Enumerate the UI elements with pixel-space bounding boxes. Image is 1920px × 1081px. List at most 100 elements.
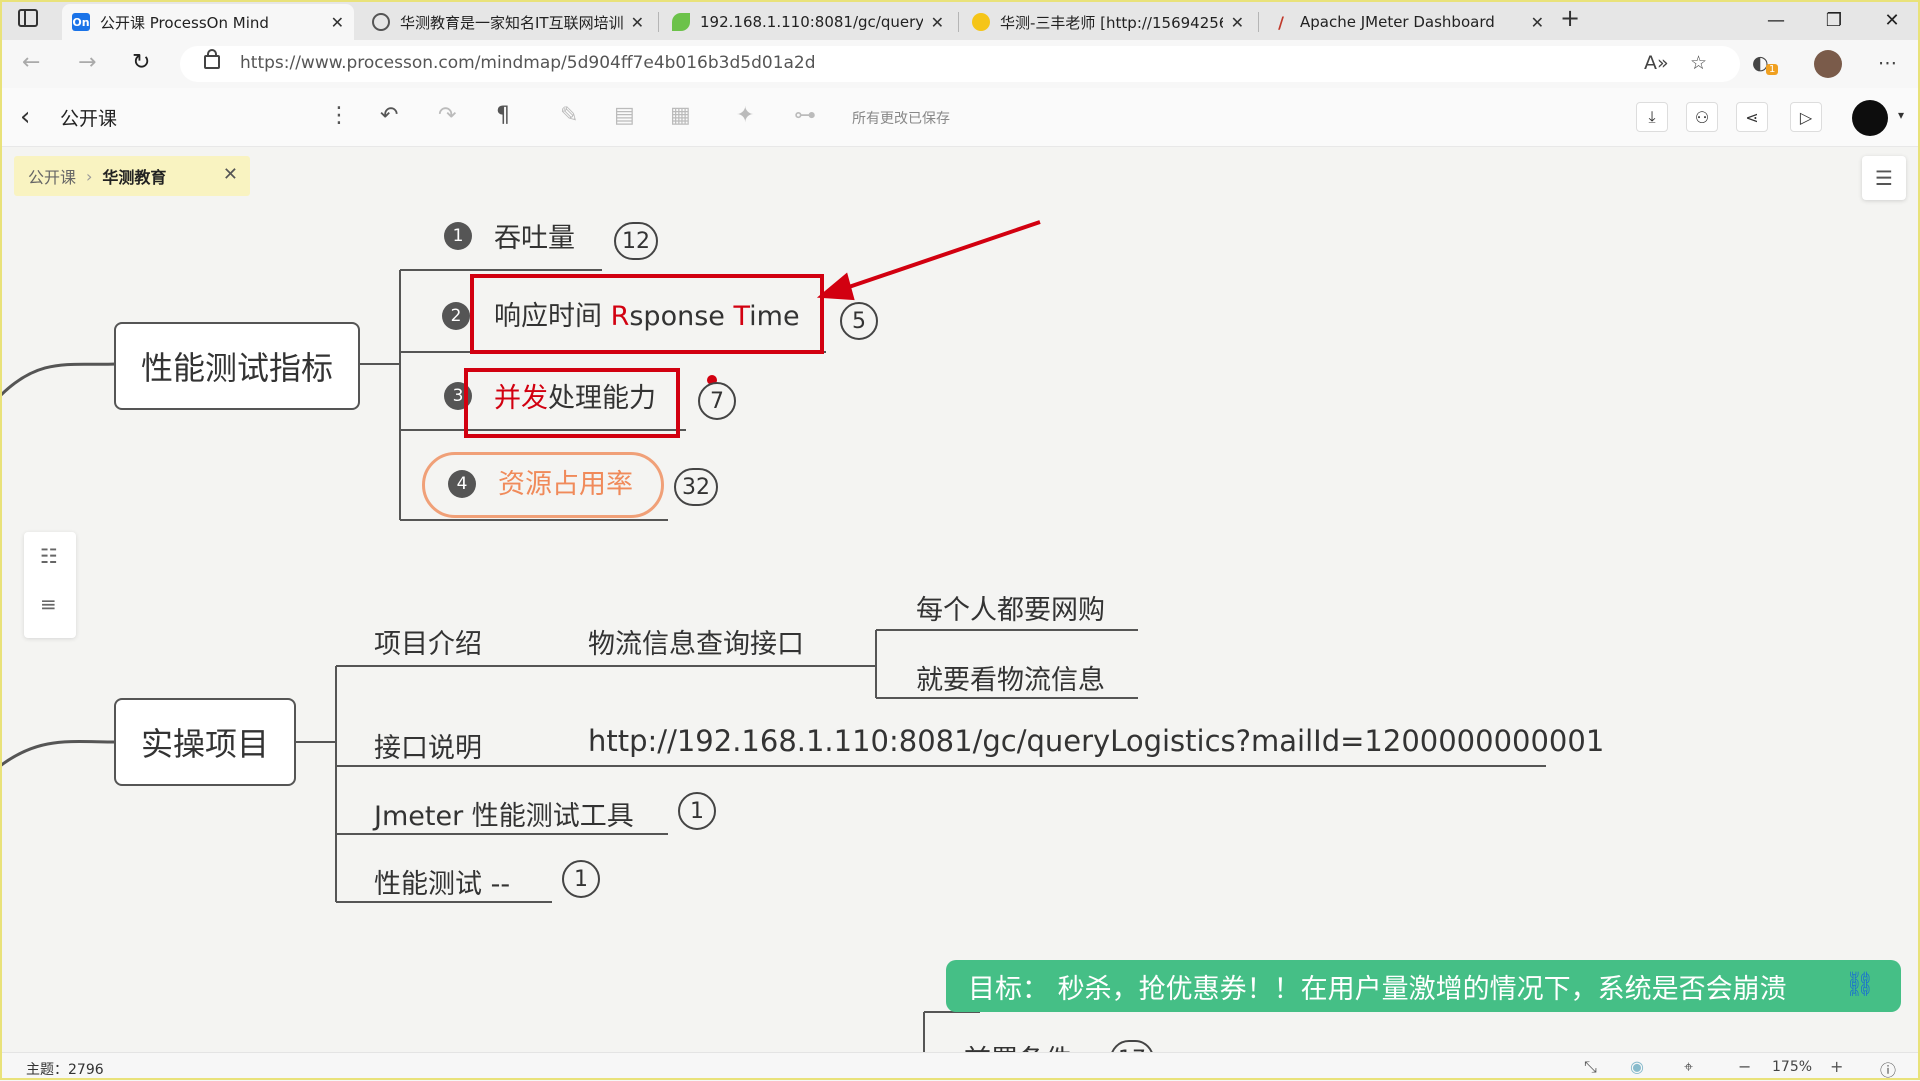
save-status: 所有更改已保存 — [852, 111, 950, 127]
share-button[interactable]: ⋖ — [1736, 102, 1768, 132]
tab-title: 华测教育是一家知名IT互联网培训 — [400, 13, 623, 32]
close-icon[interactable]: ✕ — [1231, 13, 1244, 32]
user-avatar[interactable] — [1852, 100, 1888, 136]
tab-title: 华测-三丰老师 [http://15694256 — [1000, 13, 1223, 32]
node-response-time[interactable]: 响应时间 Rsponse Time — [494, 294, 800, 333]
label-rest: 处理能力 — [548, 383, 656, 414]
zoom-out-button[interactable]: − — [1738, 1057, 1751, 1076]
document-title[interactable]: 公开课 — [60, 104, 117, 131]
close-icon[interactable]: ✕ — [931, 13, 944, 32]
tab-sanfeng[interactable]: 华测-三丰老师 [http://15694256 ✕ — [962, 4, 1254, 40]
undo-icon[interactable]: ↶ — [380, 103, 398, 128]
processon-icon: On — [72, 13, 90, 31]
tab-actions-icon[interactable] — [18, 9, 38, 27]
feather-icon: / — [1278, 12, 1284, 32]
structure-icon[interactable]: ⊶ — [794, 103, 816, 128]
child-count-badge[interactable]: 12 — [614, 222, 658, 260]
zoom-in-button[interactable]: + — [1830, 1057, 1843, 1076]
priority-1-icon: 1 — [444, 222, 472, 250]
more-icon[interactable]: ⋯ — [1878, 52, 1897, 74]
back-button[interactable]: ← — [22, 50, 40, 75]
node-logistics-api[interactable]: 物流信息查询接口 — [588, 622, 804, 661]
globe-icon — [372, 13, 390, 31]
eye-icon[interactable]: ◉ — [1630, 1057, 1644, 1076]
profile-avatar[interactable] — [1814, 50, 1842, 78]
address-bar: ← → ↻ https://www.processon.com/mindmap/… — [0, 40, 1920, 89]
node-jmeter[interactable]: Jmeter 性能测试工具 — [374, 794, 634, 833]
url-text: https://www.processon.com/mindmap/5d904f… — [240, 53, 816, 73]
style-icon[interactable]: ▤ — [614, 103, 635, 128]
child-count-badge[interactable]: 1 — [678, 792, 716, 830]
label-letter-r: R — [610, 301, 630, 332]
url-field[interactable]: https://www.processon.com/mindmap/5d904f… — [180, 46, 1740, 82]
magic-icon[interactable]: ✦ — [736, 103, 754, 128]
restore-button[interactable]: ❐ — [1814, 6, 1854, 34]
extension-badge: 1 — [1766, 64, 1779, 75]
status-bar: 主题：2796 ⤡ ◉ ⌖ − 175% + ⓘ — [0, 1052, 1920, 1081]
collaborate-button[interactable]: ⚇ — [1686, 102, 1718, 132]
label-mid: sponse — [629, 301, 734, 332]
tab-title: Apache JMeter Dashboard — [1300, 13, 1495, 31]
forward-button[interactable]: → — [78, 50, 96, 75]
reload-button[interactable]: ↻ — [132, 50, 150, 75]
child-count-badge[interactable]: 17 — [1110, 1040, 1154, 1052]
close-icon[interactable]: ✕ — [631, 13, 644, 32]
node-logistics-info[interactable]: 就要看物流信息 — [916, 658, 1105, 697]
node-resource-usage[interactable]: 资源占用率 — [498, 462, 633, 501]
browser-tab-strip: On 公开课 ProcessOn Mind ✕ 华测教育是一家知名IT互联网培训… — [0, 0, 1920, 40]
close-icon[interactable]: ✕ — [331, 13, 344, 32]
read-aloud-icon[interactable]: A» — [1644, 52, 1669, 74]
priority-4-icon: 4 — [448, 470, 476, 498]
download-button[interactable]: ⤓ — [1636, 102, 1668, 132]
priority-2-icon: 2 — [442, 302, 470, 330]
label-red: 并发 — [494, 383, 548, 414]
mindmap-canvas[interactable]: 性能测试指标 1 吞吐量 12 2 响应时间 Rsponse Time 5 3 … — [0, 146, 1920, 1052]
favorite-icon[interactable]: ☆ — [1690, 52, 1707, 74]
tab-querylog[interactable]: 192.168.1.110:8081/gc/queryLog ✕ — [662, 4, 954, 40]
node-concurrency[interactable]: 并发处理能力 — [494, 376, 656, 415]
fit-screen-icon[interactable]: ⤡ — [1584, 1057, 1597, 1077]
lock-icon — [204, 49, 220, 69]
present-button[interactable]: ▷ — [1790, 102, 1822, 132]
tab-divider — [1258, 12, 1259, 32]
label-letter-t: T — [733, 301, 750, 332]
label-zh: 响应时间 — [494, 301, 611, 332]
child-count-badge[interactable]: 5 — [840, 302, 878, 340]
chevron-down-icon[interactable]: ▾ — [1898, 108, 1904, 122]
location-pin-icon[interactable]: ⌖ — [1684, 1057, 1693, 1077]
tab-jmeter[interactable]: / Apache JMeter Dashboard ✕ — [1262, 4, 1554, 40]
node-online-shopping[interactable]: 每个人都要网购 — [916, 588, 1105, 627]
label-end: ime — [749, 301, 800, 332]
node-api-description[interactable]: 接口说明 — [374, 726, 482, 765]
minimize-button[interactable]: — — [1756, 6, 1796, 34]
redo-icon[interactable]: ↷ — [438, 103, 456, 128]
node-api-url[interactable]: http://192.168.1.110:8081/gc/queryLogist… — [588, 724, 1604, 758]
node-project-intro[interactable]: 项目介绍 — [374, 622, 482, 661]
child-count-badge[interactable]: 1 — [562, 860, 600, 898]
node-prerequisite[interactable]: 前置条件 — [964, 1038, 1072, 1052]
tab-huace[interactable]: 华测教育是一家知名IT互联网培训 ✕ — [362, 4, 654, 40]
new-tab-button[interactable]: + — [1560, 4, 1580, 32]
node-prerequisite-clip: 前置条件 17 — [964, 1034, 1204, 1052]
child-count-badge[interactable]: 32 — [674, 468, 718, 506]
node-practice-project[interactable]: 实操项目 — [114, 698, 296, 786]
close-window-button[interactable]: ✕ — [1872, 6, 1912, 34]
link-icon[interactable]: ⛓ — [1845, 970, 1875, 998]
tab-title: 公开课 ProcessOn Mind — [100, 13, 269, 32]
tab-processon[interactable]: On 公开课 ProcessOn Mind ✕ — [62, 4, 354, 40]
more-vertical-icon[interactable]: ⋮ — [328, 103, 350, 128]
format-painter-icon[interactable]: ¶ — [496, 103, 510, 128]
pen-icon[interactable]: ✎ — [560, 103, 578, 128]
goal-text: 目标： 秒杀，抢优惠券！！在用户量激增的情况下，系统是否会崩溃 — [968, 973, 1787, 1005]
smile-icon — [972, 13, 990, 31]
select-frame-icon[interactable]: ▦ — [670, 103, 691, 128]
back-chevron-icon[interactable]: ‹ — [20, 102, 30, 132]
child-count-badge[interactable]: 7 — [698, 382, 736, 420]
node-throughput[interactable]: 吞吐量 — [494, 216, 575, 255]
tab-title: 192.168.1.110:8081/gc/queryLog — [700, 13, 923, 31]
close-icon[interactable]: ✕ — [1531, 13, 1544, 32]
node-goal[interactable]: 目标： 秒杀，抢优惠券！！在用户量激增的情况下，系统是否会崩溃 ⛓ — [946, 960, 1901, 1012]
node-perf-metrics[interactable]: 性能测试指标 — [114, 322, 360, 410]
node-perf-test[interactable]: 性能测试 -- — [374, 862, 510, 901]
help-icon[interactable]: ⓘ — [1880, 1057, 1896, 1081]
